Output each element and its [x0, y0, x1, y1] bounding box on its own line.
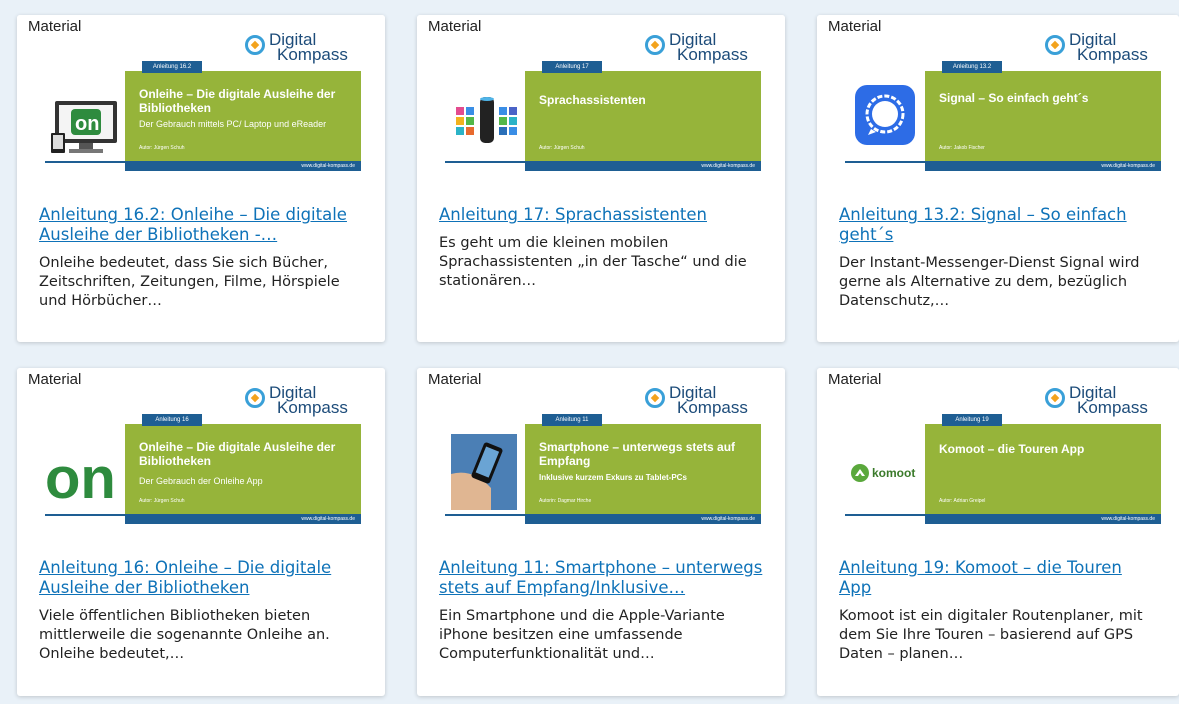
digital-kompass-logo: Digital Kompass [645, 380, 755, 420]
cover-subtitle: Inklusive kurzem Exkurs zu Tablet-PCs [539, 473, 687, 482]
material-badge: Material [28, 371, 82, 388]
material-card[interactable]: Material Digital Kompass Signal – So ein… [817, 15, 1179, 342]
cover-divider [445, 514, 525, 516]
cover-subtitle: Der Gebrauch der Onleihe App [139, 476, 263, 486]
cover-author: Autorin: Dagmar Hirche [539, 498, 592, 504]
card-thumbnail[interactable]: Material Digital Kompass Smartphone – un… [417, 368, 785, 540]
cover-title: Sprachassistenten [539, 93, 646, 107]
komoot-wordmark: komoot [872, 466, 916, 480]
material-badge: Material [828, 371, 882, 388]
cover-footer-url: www.digital-kompass.de [925, 161, 1161, 171]
material-grid: Material Digital Kompass Onleihe – Die d… [0, 0, 1179, 704]
material-badge: Material [28, 18, 82, 35]
cover-author: Autor: Jürgen Schuh [139, 145, 185, 151]
cover-author: Autor: Adrian Greipel [939, 498, 986, 504]
cover-title: Signal – So einfach geht´s [939, 91, 1089, 105]
digital-kompass-logo: Digital Kompass [1045, 380, 1155, 420]
logo-text-kompass: Kompass [1077, 398, 1148, 417]
logo-text-kompass: Kompass [277, 398, 348, 417]
card-title-link[interactable]: Anleitung 17: Sprachassistenten [439, 205, 763, 225]
cover-author: Autor: Jürgen Schuh [539, 145, 585, 151]
card-description: Viele öffentlichen Bibliotheken bieten m… [39, 608, 330, 662]
compass-icon [245, 35, 265, 55]
card-description: Komoot ist ein digitaler Routenplaner, m… [839, 608, 1143, 662]
hand-smartphone-icon [451, 434, 517, 510]
card-thumbnail[interactable]: Material Digital Kompass Sprachassistent… [417, 15, 785, 187]
card-title-link[interactable]: Anleitung 16: Onleihe – Die digitale Aus… [39, 558, 363, 598]
cover-footer-url: www.digital-kompass.de [925, 514, 1161, 524]
cover-divider [845, 161, 925, 163]
card-thumbnail[interactable]: Material Digital Kompass Signal – So ein… [817, 15, 1179, 187]
card-description: Der Instant-Messenger-Dienst Signal wird… [839, 255, 1140, 309]
card-description: Onleihe bedeutet, dass Sie sich Bücher, … [39, 255, 340, 309]
cover-panel: Komoot – die Touren App Autor: Adrian Gr… [925, 424, 1161, 514]
cover-tag: Anleitung 13.2 [942, 61, 1002, 73]
card-description: Ein Smartphone und die Apple-Variante iP… [439, 608, 725, 662]
material-card[interactable]: Material Digital Kompass Komoot – die To… [817, 368, 1179, 696]
compass-icon [645, 35, 665, 55]
material-card[interactable]: Material Digital Kompass Smartphone – un… [417, 368, 785, 696]
card-title-link[interactable]: Anleitung 16.2: Onleihe – Die digitale A… [39, 205, 363, 245]
material-card[interactable]: Material Digital Kompass Sprachassistent… [417, 15, 785, 342]
cover-title: Komoot – die Touren App [939, 442, 1085, 456]
cover-divider [45, 514, 125, 516]
material-badge: Material [828, 18, 882, 35]
card-title-link[interactable]: Anleitung 11: Smartphone – unterwegs ste… [439, 558, 763, 598]
cover-title: Onleihe – Die digitale Ausleihe der Bibl… [139, 87, 336, 115]
svg-text:on: on [75, 113, 99, 135]
card-title-link[interactable]: Anleitung 19: Komoot – die Touren App [839, 558, 1157, 598]
compass-icon [245, 388, 265, 408]
compass-icon [645, 388, 665, 408]
komoot-logo: komoot [851, 464, 915, 482]
card-thumbnail[interactable]: Material Digital Kompass Onleihe – Die d… [17, 368, 385, 540]
cover-tag: Anleitung 19 [942, 414, 1002, 426]
cover-footer-url: www.digital-kompass.de [125, 161, 361, 171]
cover-subtitle: Der Gebrauch mittels PC/ Laptop und eRea… [139, 119, 327, 129]
logo-text-kompass: Kompass [677, 45, 748, 64]
cover-tag: Anleitung 16 [142, 414, 202, 426]
cover-title: Onleihe – Die digitale Ausleihe der Bibl… [139, 440, 336, 468]
smart-speaker-apps-icon [456, 97, 517, 143]
signal-app-icon [855, 85, 915, 145]
svg-text:on: on [45, 446, 116, 506]
digital-kompass-logo: Digital Kompass [245, 27, 355, 67]
cover-panel: Sprachassistenten Autor: Jürgen Schuh [525, 71, 761, 161]
cover-panel: Signal – So einfach geht´s Autor: Jakob … [925, 71, 1161, 161]
cover-tag: Anleitung 11 [542, 414, 602, 426]
card-title-link[interactable]: Anleitung 13.2: Signal – So einfach geht… [839, 205, 1157, 245]
compass-icon [1045, 35, 1065, 55]
komoot-icon [851, 464, 869, 482]
logo-text-kompass: Kompass [277, 45, 348, 64]
cover-tag: Anleitung 17 [542, 61, 602, 73]
compass-icon [1045, 388, 1065, 408]
cover-panel: Onleihe – Die digitale Ausleihe der Bibl… [125, 71, 361, 161]
logo-text-kompass: Kompass [1077, 45, 1148, 64]
logo-text-kompass: Kompass [677, 398, 748, 417]
digital-kompass-logo: Digital Kompass [245, 380, 355, 420]
cover-author: Autor: Jürgen Schuh [139, 498, 185, 504]
material-badge: Material [428, 18, 482, 35]
cover-footer-url: www.digital-kompass.de [525, 161, 761, 171]
cover-panel: Onleihe – Die digitale Ausleihe der Bibl… [125, 424, 361, 514]
cover-divider [445, 161, 525, 163]
material-card[interactable]: Material Digital Kompass Onleihe – Die d… [17, 15, 385, 342]
cover-footer-url: www.digital-kompass.de [525, 514, 761, 524]
cover-tag: Anleitung 16.2 [142, 61, 202, 73]
card-thumbnail[interactable]: Material Digital Kompass Onleihe – Die d… [17, 15, 385, 187]
cover-title: Smartphone – unterwegs stets auf Empfang [539, 440, 736, 468]
cover-divider [845, 514, 925, 516]
material-badge: Material [428, 371, 482, 388]
onleihe-logo-icon: on [45, 446, 116, 506]
cover-author: Autor: Jakob Fischer [939, 145, 985, 151]
card-thumbnail[interactable]: Material Digital Kompass Komoot – die To… [817, 368, 1179, 540]
cover-divider [45, 161, 125, 163]
card-description: Es geht um die kleinen mobilen Sprachass… [439, 235, 747, 289]
material-card[interactable]: Material Digital Kompass Onleihe – Die d… [17, 368, 385, 696]
digital-kompass-logo: Digital Kompass [645, 27, 755, 67]
cover-footer-url: www.digital-kompass.de [125, 514, 361, 524]
computer-onleihe-icon: on [51, 101, 117, 153]
digital-kompass-logo: Digital Kompass [1045, 27, 1155, 67]
cover-panel: Smartphone – unterwegs stets auf Empfang… [525, 424, 761, 514]
